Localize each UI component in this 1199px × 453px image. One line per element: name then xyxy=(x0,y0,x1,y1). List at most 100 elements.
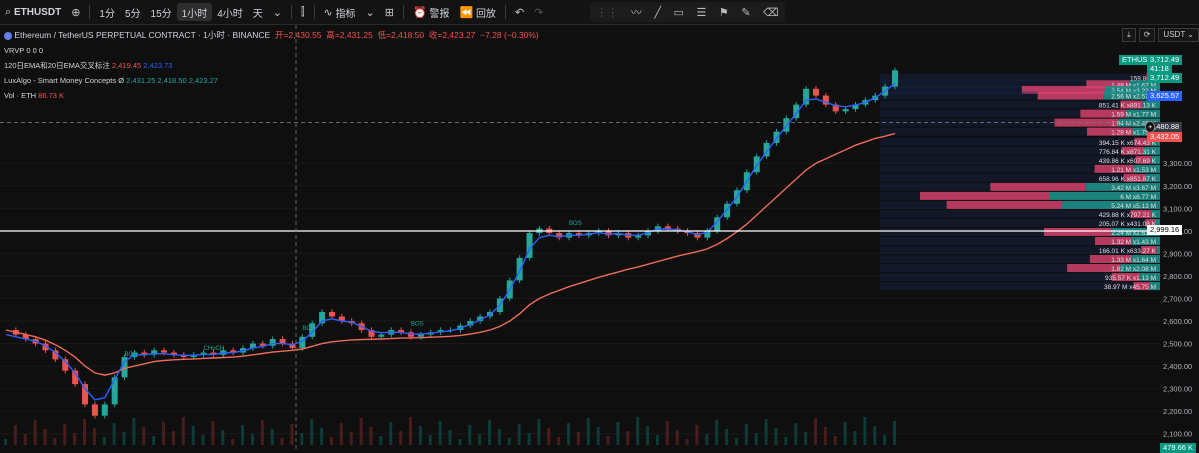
volume-bar xyxy=(63,424,67,445)
volume-profile-sell-bar xyxy=(946,200,1061,209)
volume-label: 479.66 K xyxy=(1160,443,1197,453)
chart-legend: Ethereum / TetherUS PERPETUAL CONTRACT ·… xyxy=(4,28,539,103)
volume-bar xyxy=(675,430,679,445)
volume-bar xyxy=(33,420,37,445)
brush-icon[interactable]: ✎ xyxy=(741,6,750,19)
volume-bar xyxy=(497,429,501,445)
structure-annotation: BOS xyxy=(411,322,424,328)
structure-annotation: BOS xyxy=(302,326,315,332)
interval-5m[interactable]: 5分 xyxy=(120,0,146,24)
interval-4h[interactable]: 4小时 xyxy=(212,0,248,24)
volume-bar xyxy=(685,439,689,445)
volume-bar xyxy=(488,420,492,445)
volume-profile-label: 429.88 K x797.21 K xyxy=(1099,212,1157,219)
ema-20-line xyxy=(5,82,896,401)
indicators-button[interactable]: ∿ 指标 xyxy=(319,0,361,24)
price-axis-tick: 2,600.00 xyxy=(1163,317,1192,326)
volume-bar xyxy=(290,424,294,445)
currency-select[interactable]: USDT ⌄ xyxy=(1158,28,1199,42)
vol-name: Vol · ETH xyxy=(4,91,37,100)
volume-bar xyxy=(725,429,729,445)
candle-body xyxy=(328,311,335,317)
volume-bar xyxy=(43,429,47,445)
fib-icon[interactable]: ☰ xyxy=(696,6,706,19)
chart-type-button[interactable]: ⫿ xyxy=(296,0,310,24)
volume-profile-bg xyxy=(880,273,1112,282)
volume-bar xyxy=(112,423,116,445)
volume-profile-bg xyxy=(880,100,1121,109)
trendline-icon[interactable]: ╱ xyxy=(654,6,661,19)
volume-profile-sell-bar xyxy=(920,191,1050,200)
candle-body xyxy=(378,334,385,337)
volume-profile-bg xyxy=(880,209,1131,218)
volume-profile-sell-bar xyxy=(1044,227,1112,236)
price-axis-tick: 2,100.00 xyxy=(1163,430,1192,439)
volume-bar xyxy=(280,438,284,445)
volume-profile-label: 1.32 M x1.43 M xyxy=(1111,239,1156,246)
right-panel-controls: ⤓ ⟳ USDT ⌄ xyxy=(1122,28,1199,42)
volume-bar xyxy=(329,437,333,445)
replay-label: 回放 xyxy=(475,8,496,20)
price-axis-tick: 2,300.00 xyxy=(1163,385,1192,394)
volume-profile-label: 776.84 K x871.31 K xyxy=(1099,149,1157,156)
volume-profile-label: 935.57 K x1.13 M xyxy=(1105,275,1156,282)
white-line-label: 2,999.16 xyxy=(1147,225,1183,235)
volume-bar xyxy=(478,434,482,445)
volume-profile-label: 3.42 M x3.67 M xyxy=(1111,185,1156,192)
volume-bar xyxy=(122,432,126,445)
interval-1h[interactable]: 1小时 xyxy=(176,3,213,21)
candle-body xyxy=(516,257,523,281)
symbol-logo-icon xyxy=(4,31,12,40)
indicators-dropdown[interactable]: ⌄ xyxy=(361,0,380,24)
volume-profile-buy-bar xyxy=(1156,246,1160,254)
volume-bar xyxy=(636,417,640,445)
rectangle-icon[interactable]: ▭ xyxy=(674,6,684,19)
legend-vol[interactable]: Vol · ETH 86.73 K xyxy=(4,88,539,103)
volume-bar xyxy=(537,419,541,445)
price-axis-tick: 2,400.00 xyxy=(1163,362,1192,371)
add-symbol-button[interactable]: ⊕ xyxy=(66,0,85,24)
volume-bar xyxy=(823,427,827,445)
volume-profile-label: 38.97 M x45.75 M xyxy=(1104,284,1156,291)
interval-dropdown[interactable]: ⌄ xyxy=(268,0,287,24)
volume-bar xyxy=(813,418,817,445)
rewind-icon: ⏪ xyxy=(459,6,474,19)
drag-handle-icon[interactable]: ⋮⋮ xyxy=(596,6,618,19)
volume-profile-bg xyxy=(880,264,1068,273)
replay-button[interactable]: ⏪ 回放 xyxy=(454,0,500,24)
volume-profile-label: 1.33 M x1.64 M xyxy=(1111,257,1156,264)
volume-profile-label: 5.24 M x5.13 M xyxy=(1111,203,1156,210)
legend-luxalgo[interactable]: LuxAlgo - Smart Money Concepts Ø 2,431.2… xyxy=(4,73,539,88)
volume-profile-bg xyxy=(880,173,1124,182)
volume-profile-bg xyxy=(880,146,1122,155)
divider xyxy=(89,5,91,19)
alert-button[interactable]: ⏰ 警报 xyxy=(408,0,454,24)
candles-icon: ⫿ xyxy=(301,5,305,18)
volume-bar xyxy=(873,426,877,445)
redo-button[interactable]: ↷ xyxy=(529,0,548,24)
sync-icon[interactable]: ⟳ xyxy=(1138,28,1156,42)
volume-bar xyxy=(181,417,185,445)
volume-bar xyxy=(132,418,136,445)
volume-bar xyxy=(399,431,403,445)
ohlc-high: 2,431.25 xyxy=(339,30,373,40)
polyline-icon[interactable]: 〰 xyxy=(631,4,642,20)
volume-bar xyxy=(853,431,857,445)
eraser-icon[interactable]: ⌫ xyxy=(763,6,779,19)
ema-fast-label: 3,625.57 xyxy=(1147,91,1183,101)
interval-1m[interactable]: 1分 xyxy=(94,0,120,24)
download-icon[interactable]: ⤓ xyxy=(1122,28,1136,42)
legend-ema[interactable]: 120日EMA和20日EMA交叉标注 2,419.45 2,423.73 xyxy=(4,58,539,73)
flag-icon[interactable]: ⚑ xyxy=(719,6,729,19)
layout-button[interactable]: ⊞ xyxy=(380,0,399,24)
volume-profile-label: 851.41 K x891.13 K xyxy=(1099,103,1157,110)
legend-vrvp[interactable]: VRVP 0 0 0 xyxy=(4,43,539,58)
volume-bar xyxy=(270,429,274,445)
symbol-search[interactable]: ⌕ ETHUSDT xyxy=(0,0,66,24)
price-axis-tick: 3,300.00 xyxy=(1163,159,1192,168)
undo-button[interactable]: ↶ xyxy=(510,0,529,24)
volume-profile-bg xyxy=(880,91,1038,100)
luxalgo-values: 2,431.25 2,418.50 2,423.27 xyxy=(126,76,218,85)
interval-15m[interactable]: 15分 xyxy=(146,0,177,24)
interval-1d[interactable]: 天 xyxy=(248,0,268,24)
